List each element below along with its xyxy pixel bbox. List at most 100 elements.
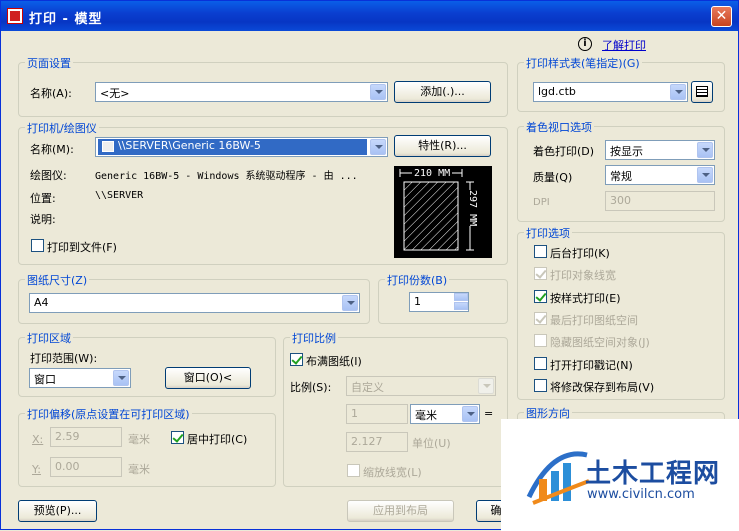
watermark-url: www.civilcn.com xyxy=(587,487,695,502)
plot-option-label[interactable]: 打印对象线宽 xyxy=(550,267,616,283)
apply-to-layout-button[interactable]: 应用到布局 xyxy=(347,500,454,522)
center-plot-label[interactable]: 居中打印(C) xyxy=(187,431,247,447)
chevron-down-icon[interactable] xyxy=(478,378,494,394)
plot-area-label: 打印区域 xyxy=(25,330,73,346)
window-select-button[interactable]: 窗口(O)< xyxy=(165,367,251,389)
scale-unit-value: 毫米 xyxy=(415,409,437,422)
scale-equals: = xyxy=(484,407,494,420)
scale-value2-input[interactable]: 2.127 xyxy=(346,432,408,452)
chevron-down-icon[interactable] xyxy=(370,84,386,100)
print-to-file-label[interactable]: 打印到文件(F) xyxy=(47,239,117,255)
chevron-down-icon[interactable] xyxy=(113,370,129,386)
offset-x-label: X: xyxy=(32,433,44,446)
plot-option-label[interactable]: 将修改保存到布局(V) xyxy=(550,379,654,395)
shaded-viewport-label: 着色视口选项 xyxy=(524,119,594,135)
dpi-label: DPI xyxy=(533,197,550,208)
close-button[interactable]: ✕ xyxy=(711,6,732,27)
watermark-name: 土木工程网 xyxy=(585,459,721,489)
copies-down-icon[interactable] xyxy=(454,302,468,310)
style-table-label: 打印样式表(笔指定)(G) xyxy=(524,55,642,71)
paper-width-label: 210 MM xyxy=(412,168,453,179)
plot-option-label[interactable]: 打开打印戳记(N) xyxy=(550,357,633,373)
shade-plot-label: 着色打印(D) xyxy=(533,145,595,158)
scale-select[interactable]: 自定义 xyxy=(346,376,496,396)
plotter-label: 绘图仪: xyxy=(30,169,67,182)
page-setup-name-select[interactable]: <无> xyxy=(95,82,388,102)
page-setup-name-value: <无> xyxy=(100,87,130,100)
print-to-file-checkbox[interactable] xyxy=(31,239,44,252)
quality-value: 常规 xyxy=(610,170,632,183)
watermark-logo: 土木工程网 www.civilcn.com xyxy=(501,419,739,531)
scale-unit-label: 单位(U) xyxy=(412,437,451,450)
offset-y-input[interactable]: 0.00 xyxy=(50,457,122,477)
paper-height-label: 297 MM xyxy=(467,190,478,227)
page-setup-name-label: 名称(A): xyxy=(30,87,72,100)
plot-range-label: 打印范围(W): xyxy=(30,352,98,365)
chevron-down-icon[interactable] xyxy=(462,406,478,422)
window-title: 打印 - 模型 xyxy=(29,12,103,27)
plot-option-label[interactable]: 按样式打印(E) xyxy=(550,290,621,306)
location-label: 位置: xyxy=(30,192,56,205)
paper-preview: 210 MM 297 MM xyxy=(394,166,492,258)
edit-style-table-button[interactable] xyxy=(691,81,713,103)
style-table-select[interactable]: lgd.ctb xyxy=(533,82,688,102)
logo-mark xyxy=(526,451,590,505)
plot-option-checkbox[interactable] xyxy=(534,379,547,392)
dpi-input[interactable]: 300 xyxy=(605,191,715,211)
printer-name-value: \\SERVER\Generic 16BW-5 xyxy=(118,139,261,152)
paper-size-value: A4 xyxy=(34,296,49,309)
paper-size-label: 图纸尺寸(Z) xyxy=(25,272,90,288)
location-value: \\SERVER xyxy=(95,190,144,201)
offset-y-label: Y: xyxy=(32,463,41,476)
chevron-down-icon[interactable] xyxy=(370,139,386,155)
help-link[interactable]: 了解打印 xyxy=(602,37,646,53)
chevron-down-icon[interactable] xyxy=(670,84,686,100)
preview-button[interactable]: 预览(P)... xyxy=(18,500,97,522)
paper-size-select[interactable]: A4 xyxy=(29,293,360,313)
printer-properties-button[interactable]: 特性(R)... xyxy=(394,135,491,157)
app-icon xyxy=(7,8,23,24)
fit-to-paper-label[interactable]: 布满图纸(I) xyxy=(306,353,362,369)
chevron-down-icon[interactable] xyxy=(697,142,713,158)
edit-icon xyxy=(696,86,708,97)
offset-x-unit: 毫米 xyxy=(128,433,150,446)
copies-label: 打印份数(B) xyxy=(385,272,450,288)
fit-to-paper-checkbox[interactable] xyxy=(290,353,303,366)
plot-option-label[interactable]: 最后打印图纸空间 xyxy=(550,312,638,328)
plot-option-checkbox[interactable] xyxy=(534,245,547,258)
plotter-value: Generic 16BW-5 - Windows 系统驱动程序 - 由 ... xyxy=(95,171,358,182)
printer-name-select[interactable]: \\SERVER\Generic 16BW-5 xyxy=(95,137,388,157)
center-plot-checkbox[interactable] xyxy=(171,431,184,444)
scale-lineweights-label[interactable]: 缩放线宽(L) xyxy=(363,464,422,480)
chevron-down-icon[interactable] xyxy=(697,167,713,183)
scale-lineweights-checkbox[interactable] xyxy=(347,464,360,477)
printer-icon xyxy=(102,141,114,152)
copies-up-icon[interactable] xyxy=(454,293,468,301)
plot-option-label[interactable]: 隐藏图纸空间对象(J) xyxy=(550,334,650,350)
plot-option-label[interactable]: 后台打印(K) xyxy=(550,245,610,261)
description-label: 说明: xyxy=(30,213,56,226)
title-bar: 打印 - 模型 ✕ xyxy=(1,1,738,31)
plot-options-label: 打印选项 xyxy=(524,225,572,241)
printer-group-label: 打印机/绘图仪 xyxy=(25,120,99,136)
page-setup-label: 页面设置 xyxy=(25,55,73,71)
plot-option-checkbox[interactable] xyxy=(534,312,547,325)
add-page-setup-button[interactable]: 添加(.)... xyxy=(394,81,491,103)
scale-unit-select[interactable]: 毫米 xyxy=(410,404,480,424)
offset-y-unit: 毫米 xyxy=(128,463,150,476)
plot-scale-label: 打印比例 xyxy=(290,330,338,346)
shade-plot-value: 按显示 xyxy=(610,145,643,158)
plot-range-value: 窗口 xyxy=(34,373,56,386)
plot-range-select[interactable]: 窗口 xyxy=(29,368,131,388)
shade-plot-select[interactable]: 按显示 xyxy=(605,140,715,160)
info-icon[interactable]: i xyxy=(578,37,592,51)
chevron-down-icon[interactable] xyxy=(342,295,358,311)
plot-option-checkbox[interactable] xyxy=(534,290,547,303)
plot-option-checkbox[interactable] xyxy=(534,267,547,280)
offset-x-input[interactable]: 2.59 xyxy=(50,427,122,447)
scale-value1-input[interactable]: 1 xyxy=(346,404,408,424)
quality-select[interactable]: 常规 xyxy=(605,165,715,185)
style-table-value: lgd.ctb xyxy=(538,85,576,98)
plot-option-checkbox[interactable] xyxy=(534,357,547,370)
plot-option-checkbox[interactable] xyxy=(534,334,547,347)
